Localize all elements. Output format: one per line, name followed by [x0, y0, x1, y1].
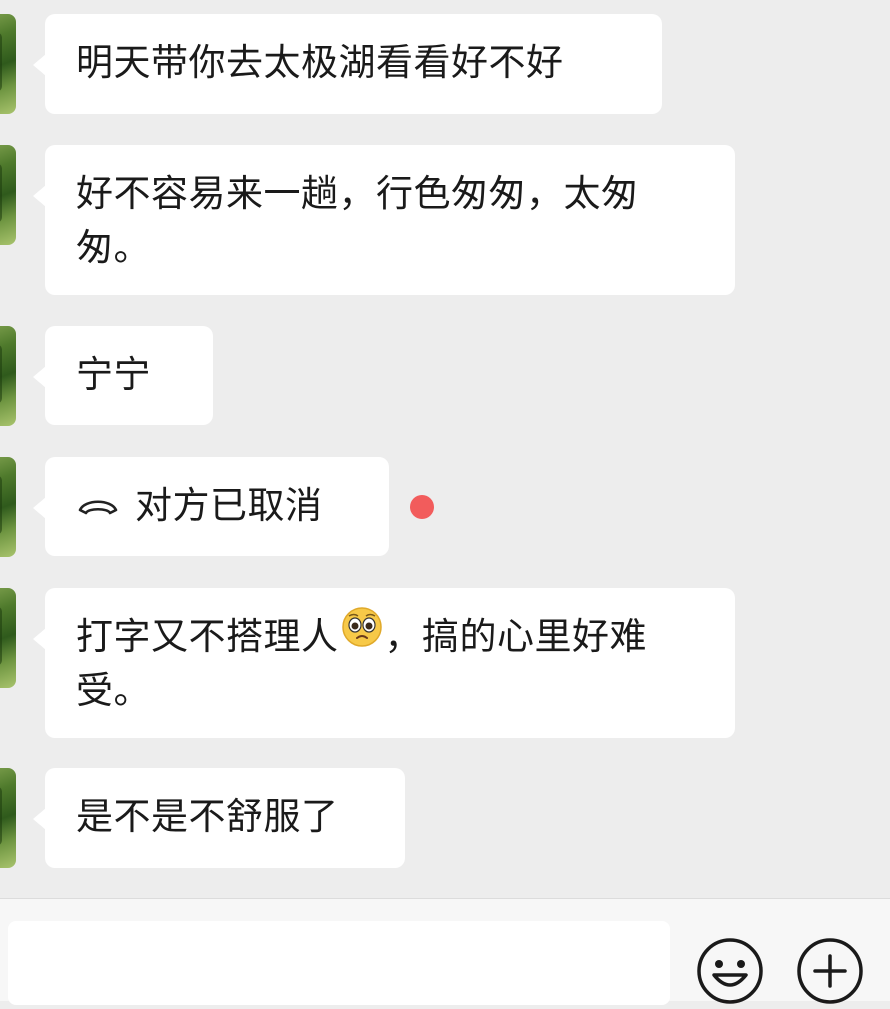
emoji-button[interactable] [696, 937, 764, 1005]
hangup-phone-icon [77, 478, 119, 532]
message-bubble[interactable]: 明天带你去太极湖看看好不好 [33, 14, 662, 114]
contact-avatar[interactable] [0, 588, 16, 688]
chat-message-list[interactable]: 明天带你去太极湖看看好不好 好不容易来一趟，行色匆匆，太匆匆。 宁宁 对方已取消 [0, 0, 890, 898]
call-status-text: 对方已取消 [135, 484, 323, 527]
more-button[interactable] [796, 937, 864, 1005]
message-text: 是不是不舒服了 [76, 795, 339, 838]
message-bubble[interactable]: 是不是不舒服了 [33, 768, 405, 868]
message-bubble[interactable]: 打字又不搭理人 ，搞的心里好难受。 [33, 588, 735, 738]
message-input[interactable] [8, 921, 670, 1005]
pleading-face-emoji [341, 606, 383, 663]
plus-circle-icon [797, 938, 863, 1004]
message-text: 好不容易来一趟，行色匆匆，太匆匆。 [76, 172, 639, 269]
message-text-before-emoji: 打字又不搭理人 [76, 615, 339, 658]
unread-dot [410, 495, 434, 519]
message-bubble[interactable]: 好不容易来一趟，行色匆匆，太匆匆。 [33, 145, 735, 295]
message-text: 明天带你去太极湖看看好不好 [76, 41, 564, 84]
message-text: 宁宁 [76, 353, 151, 396]
contact-avatar[interactable] [0, 145, 16, 245]
contact-avatar[interactable] [0, 326, 16, 426]
contact-avatar[interactable] [0, 14, 16, 114]
call-record-bubble[interactable]: 对方已取消 [33, 457, 389, 556]
contact-avatar[interactable] [0, 457, 16, 557]
contact-avatar[interactable] [0, 768, 16, 868]
input-bar [0, 898, 890, 1005]
message-bubble[interactable]: 宁宁 [33, 326, 213, 425]
smiley-face-icon [697, 938, 763, 1004]
